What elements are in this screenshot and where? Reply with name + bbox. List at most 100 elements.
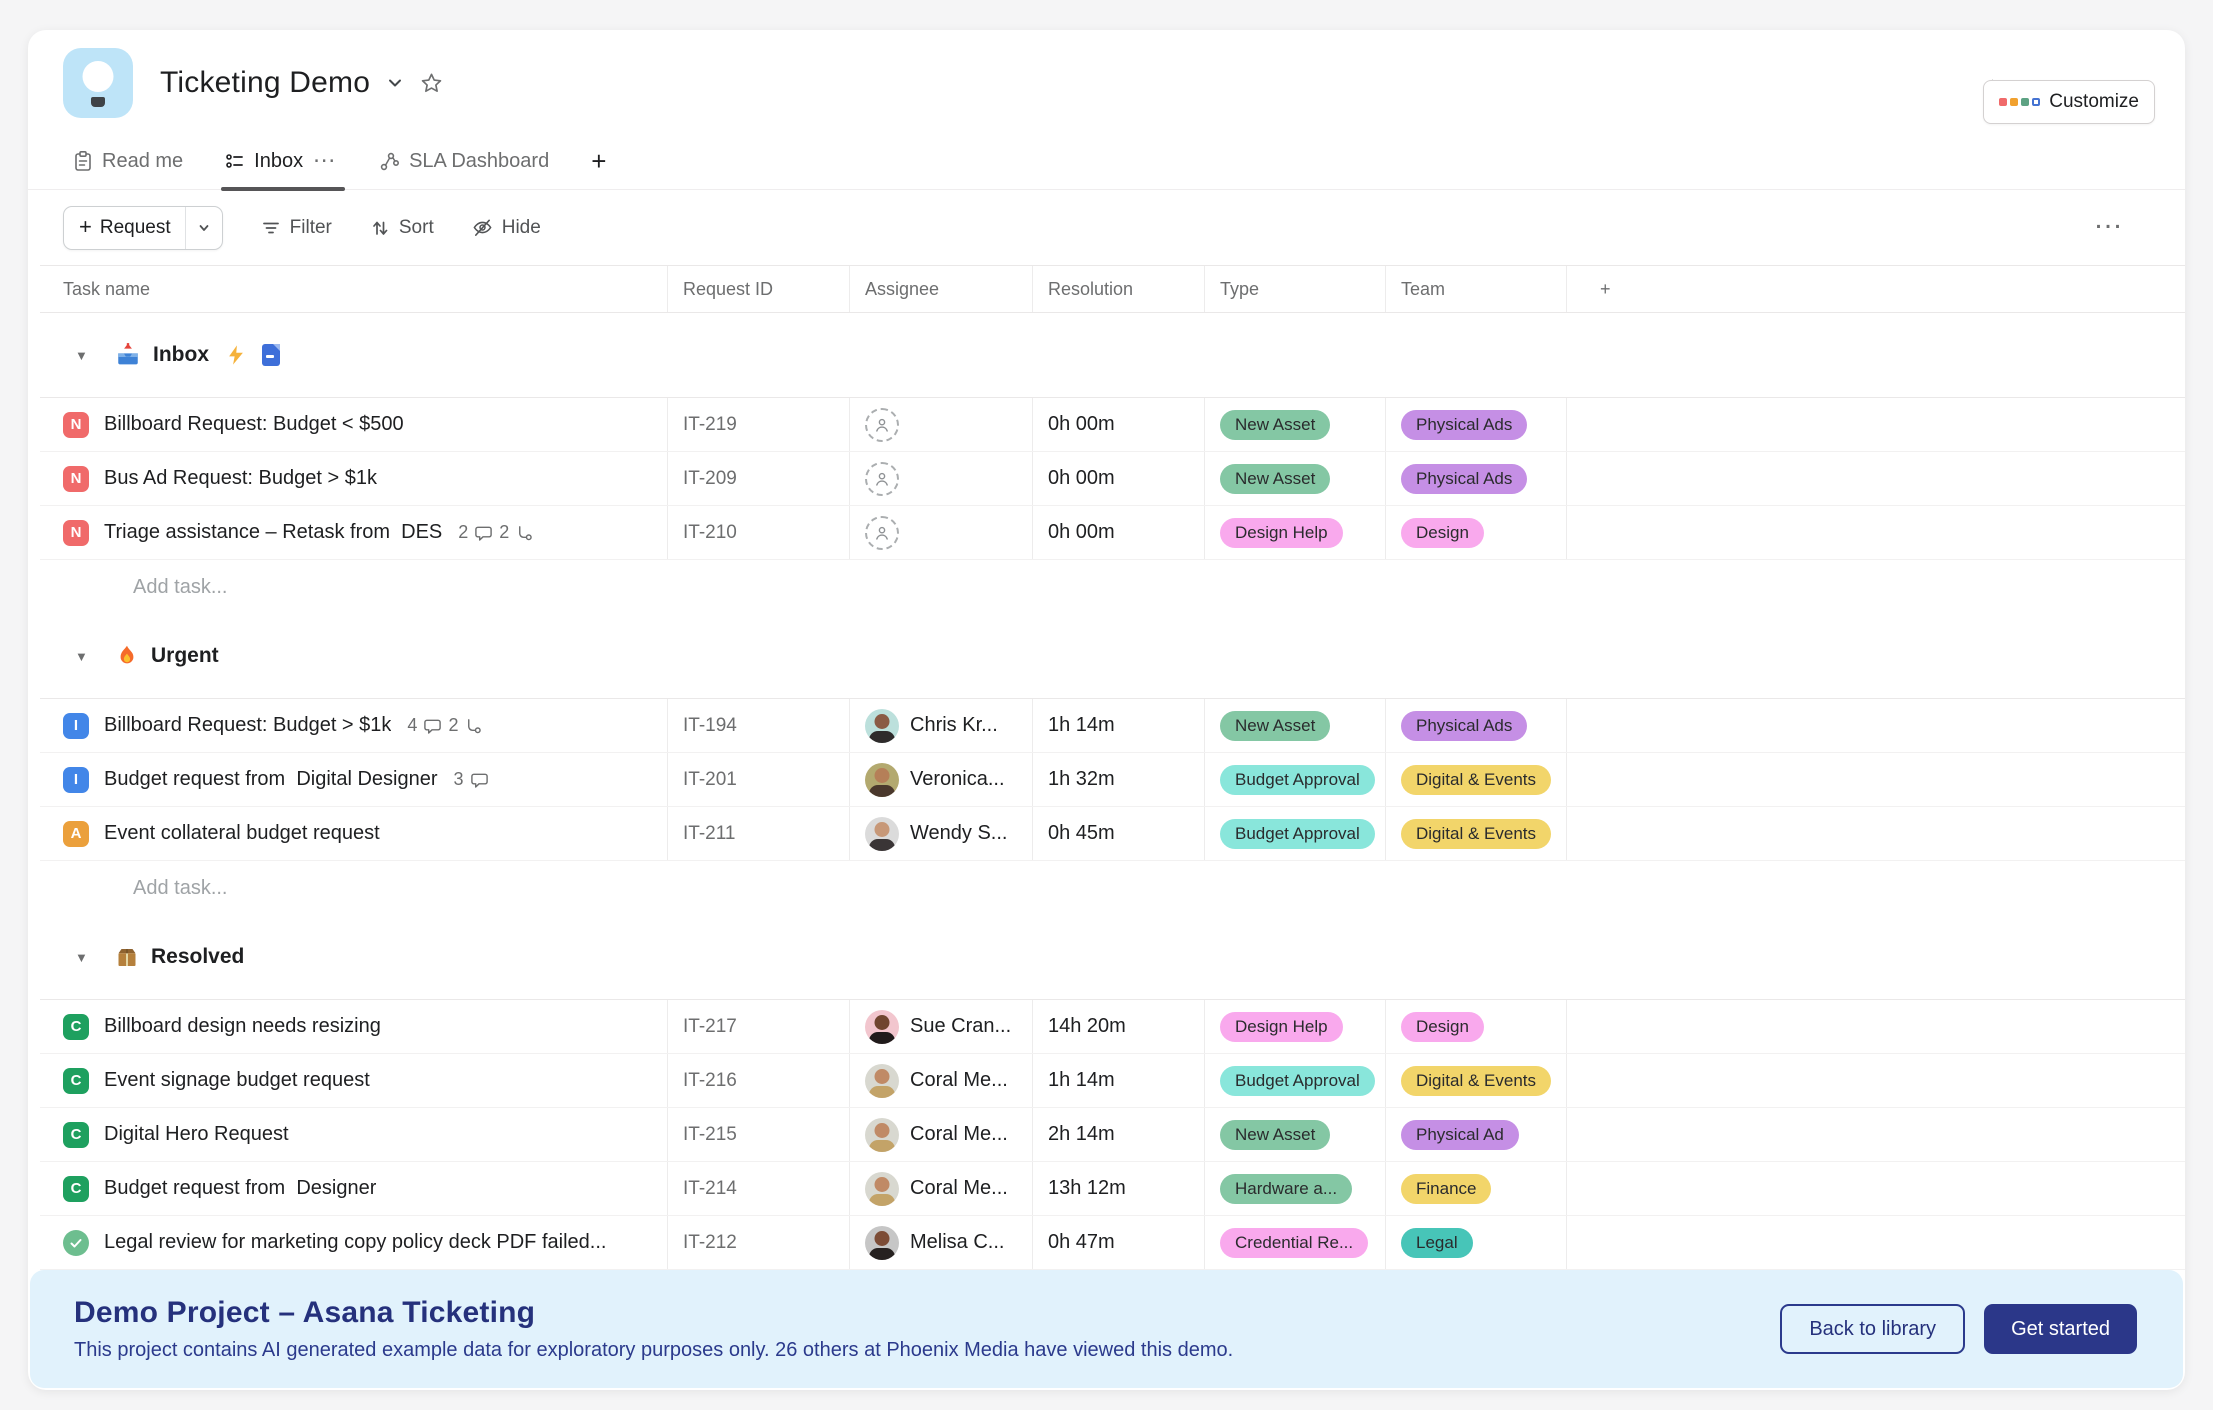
team-cell[interactable]: Physical Ads xyxy=(1386,699,1567,752)
type-tag[interactable]: Credential Re... xyxy=(1220,1228,1368,1258)
type-tag[interactable]: Budget Approval xyxy=(1220,819,1375,849)
request-id-cell[interactable]: IT-209 xyxy=(668,452,850,505)
team-tag[interactable]: Digital & Events xyxy=(1401,765,1551,795)
column-header-task-name[interactable]: Task name xyxy=(40,266,668,312)
filter-button[interactable]: Filter xyxy=(261,217,332,239)
team-cell[interactable]: Physical Ad xyxy=(1386,1108,1567,1161)
add-task-button[interactable]: Add task... xyxy=(40,861,2185,915)
team-tag[interactable]: Digital & Events xyxy=(1401,1066,1551,1096)
collapse-triangle-icon[interactable]: ▼ xyxy=(75,348,91,363)
tab-read-me[interactable]: Read me xyxy=(73,133,183,189)
assignee-cell[interactable] xyxy=(850,452,1033,505)
request-id-cell[interactable]: IT-210 xyxy=(668,506,850,559)
assignee-cell[interactable]: Wendy S... xyxy=(850,807,1033,860)
type-cell[interactable]: Credential Re... xyxy=(1205,1216,1386,1269)
type-tag[interactable]: New Asset xyxy=(1220,410,1330,440)
task-cell[interactable]: C Event signage budget request xyxy=(40,1054,668,1107)
type-tag[interactable]: Hardware a... xyxy=(1220,1174,1352,1204)
assignee-cell[interactable] xyxy=(850,506,1033,559)
request-id-cell[interactable]: IT-217 xyxy=(668,1000,850,1053)
task-cell[interactable]: N Billboard Request: Budget < $500 xyxy=(40,398,668,451)
type-tag[interactable]: Budget Approval xyxy=(1220,1066,1375,1096)
resolution-cell[interactable]: 0h 00m xyxy=(1033,398,1205,451)
task-cell[interactable]: A Event collateral budget request xyxy=(40,807,668,860)
team-tag[interactable]: Physical Ads xyxy=(1401,464,1527,494)
resolution-cell[interactable]: 1h 14m xyxy=(1033,699,1205,752)
team-cell[interactable]: Digital & Events xyxy=(1386,1054,1567,1107)
task-cell[interactable]: Legal review for marketing copy policy d… xyxy=(40,1216,668,1269)
type-tag[interactable]: New Asset xyxy=(1220,1120,1330,1150)
team-tag[interactable]: Physical Ads xyxy=(1401,711,1527,741)
type-cell[interactable]: New Asset xyxy=(1205,1108,1386,1161)
team-cell[interactable]: Physical Ads xyxy=(1386,452,1567,505)
request-id-cell[interactable]: IT-216 xyxy=(668,1054,850,1107)
resolution-cell[interactable]: 2h 14m xyxy=(1033,1108,1205,1161)
column-header-team[interactable]: Team xyxy=(1386,266,1567,312)
type-cell[interactable]: New Asset xyxy=(1205,699,1386,752)
team-cell[interactable]: Finance xyxy=(1386,1162,1567,1215)
task-name[interactable]: Billboard Request: Budget > $1k xyxy=(104,714,391,737)
toolbar-overflow-button[interactable]: … xyxy=(2093,204,2125,234)
type-cell[interactable]: Hardware a... xyxy=(1205,1162,1386,1215)
task-cell[interactable]: I Budget request from Digital Designer 3 xyxy=(40,753,668,806)
add-task-button[interactable]: Add task... xyxy=(40,560,2185,614)
type-tag[interactable]: Budget Approval xyxy=(1220,765,1375,795)
add-column-button[interactable]: + xyxy=(1567,266,2185,312)
section-title-urgent[interactable]: Urgent xyxy=(151,644,219,668)
resolution-cell[interactable]: 1h 14m xyxy=(1033,1054,1205,1107)
task-name[interactable]: Budget request from Digital Designer xyxy=(104,768,438,791)
resolution-cell[interactable]: 1h 32m xyxy=(1033,753,1205,806)
team-tag[interactable]: Digital & Events xyxy=(1401,819,1551,849)
assignee-cell[interactable]: Melisa C... xyxy=(850,1216,1033,1269)
star-icon[interactable] xyxy=(419,71,444,96)
team-cell[interactable]: Digital & Events xyxy=(1386,753,1567,806)
hide-button[interactable]: Hide xyxy=(472,217,541,239)
team-cell[interactable]: Digital & Events xyxy=(1386,807,1567,860)
request-id-cell[interactable]: IT-215 xyxy=(668,1108,850,1161)
assignee-cell[interactable]: Coral Me... xyxy=(850,1162,1033,1215)
task-cell[interactable]: C Budget request from Designer xyxy=(40,1162,668,1215)
column-header-resolution[interactable]: Resolution xyxy=(1033,266,1205,312)
add-request-button[interactable]: + Request xyxy=(63,206,223,250)
assignee-cell[interactable]: Coral Me... xyxy=(850,1054,1033,1107)
collapse-triangle-icon[interactable]: ▼ xyxy=(75,950,91,965)
column-header-request-id[interactable]: Request ID xyxy=(668,266,850,312)
task-cell[interactable]: C Digital Hero Request xyxy=(40,1108,668,1161)
resolution-cell[interactable]: 0h 00m xyxy=(1033,452,1205,505)
assignee-cell[interactable] xyxy=(850,398,1033,451)
task-name[interactable]: Event collateral budget request xyxy=(104,822,380,845)
team-tag[interactable]: Physical Ads xyxy=(1401,410,1527,440)
tab-inbox[interactable]: Inbox … xyxy=(225,133,337,189)
team-cell[interactable]: Physical Ads xyxy=(1386,398,1567,451)
task-cell[interactable]: I Billboard Request: Budget > $1k 4 2 xyxy=(40,699,668,752)
section-title-inbox[interactable]: Inbox xyxy=(153,343,209,367)
resolution-cell[interactable]: 0h 47m xyxy=(1033,1216,1205,1269)
chevron-down-icon[interactable] xyxy=(385,73,405,93)
assignee-cell[interactable]: Veronica... xyxy=(850,753,1033,806)
collapse-triangle-icon[interactable]: ▼ xyxy=(75,649,91,664)
task-cell[interactable]: N Triage assistance – Retask from DES 2 … xyxy=(40,506,668,559)
type-cell[interactable]: Design Help xyxy=(1205,1000,1386,1053)
resolution-cell[interactable]: 0h 00m xyxy=(1033,506,1205,559)
request-id-cell[interactable]: IT-212 xyxy=(668,1216,850,1269)
team-tag[interactable]: Finance xyxy=(1401,1174,1491,1204)
request-id-cell[interactable]: IT-201 xyxy=(668,753,850,806)
assignee-cell[interactable]: Chris Kr... xyxy=(850,699,1033,752)
team-cell[interactable]: Legal xyxy=(1386,1216,1567,1269)
type-cell[interactable]: Design Help xyxy=(1205,506,1386,559)
column-header-assignee[interactable]: Assignee xyxy=(850,266,1033,312)
task-name[interactable]: Budget request from Designer xyxy=(104,1177,376,1200)
type-cell[interactable]: Budget Approval xyxy=(1205,807,1386,860)
get-started-button[interactable]: Get started xyxy=(1984,1304,2137,1354)
completed-check-icon[interactable] xyxy=(63,1230,89,1256)
doc-icon[interactable] xyxy=(261,343,281,367)
request-dropdown-chevron-icon[interactable] xyxy=(186,221,222,235)
section-title-resolved[interactable]: Resolved xyxy=(151,945,244,969)
type-tag[interactable]: Design Help xyxy=(1220,1012,1343,1042)
resolution-cell[interactable]: 13h 12m xyxy=(1033,1162,1205,1215)
assignee-cell[interactable]: Sue Cran... xyxy=(850,1000,1033,1053)
sort-button[interactable]: Sort xyxy=(370,217,434,239)
request-id-cell[interactable]: IT-194 xyxy=(668,699,850,752)
team-tag[interactable]: Legal xyxy=(1401,1228,1473,1258)
project-lightbulb-icon[interactable] xyxy=(63,48,133,118)
